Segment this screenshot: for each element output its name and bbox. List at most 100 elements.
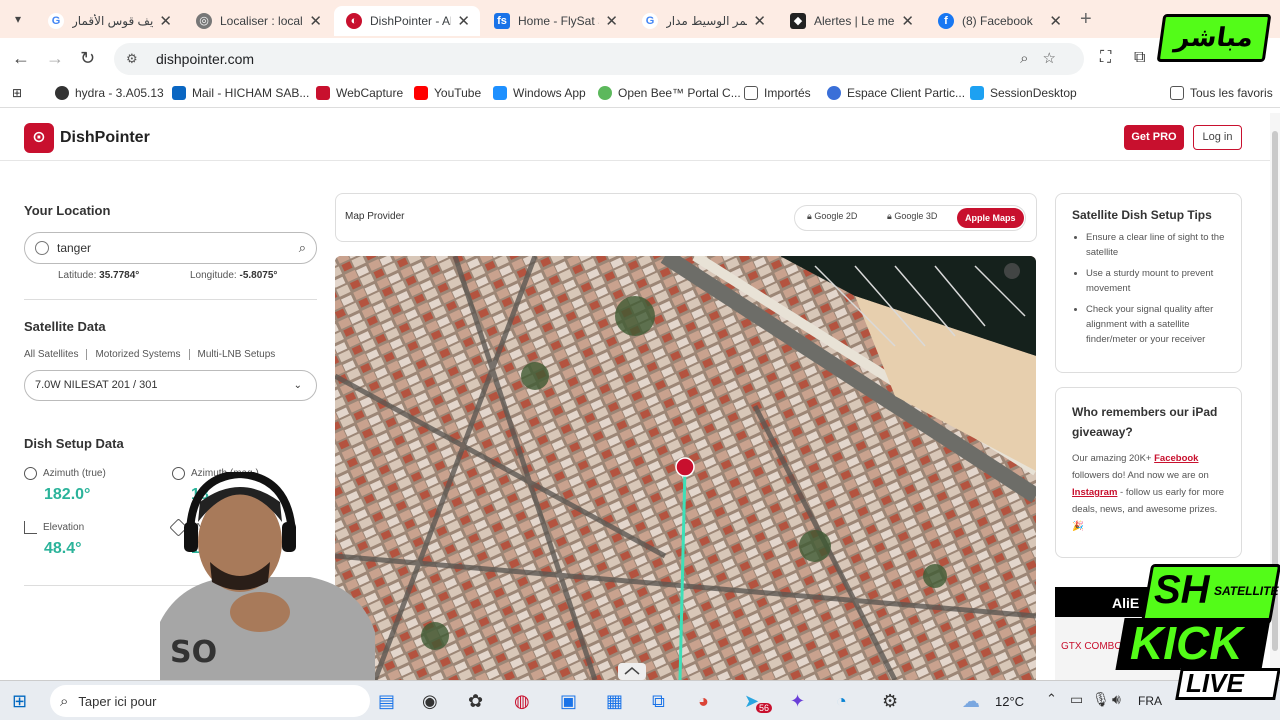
tips-list: Ensure a clear line of sight to the sate… xyxy=(1086,230,1231,347)
windows-start-icon[interactable]: ⊞ xyxy=(12,691,27,712)
back-arrow-icon[interactable]: ← xyxy=(12,48,30,69)
tab-7[interactable]: f (8) Facebook ✕ xyxy=(926,6,1072,36)
app-icon[interactable]: ✿ xyxy=(468,691,483,712)
bookmark-folder-importes[interactable]: Importés xyxy=(744,86,811,100)
calculator-icon[interactable]: ▦ xyxy=(606,691,623,712)
streamer-webcam-image: SO xyxy=(160,472,375,680)
close-icon[interactable]: ✕ xyxy=(605,12,618,30)
reload-icon[interactable]: ↻ xyxy=(80,48,95,69)
promo-card: Who remembers our iPad giveaway? Our ama… xyxy=(1055,387,1242,558)
longitude-value: -5.8075° xyxy=(239,270,278,281)
tab-title: Home - FlySat Satellite xyxy=(518,14,599,28)
satellite-select[interactable]: 7.0W NILESAT 201 / 301 ⌄ xyxy=(24,370,317,401)
bookmark-windows-app[interactable]: Windows App xyxy=(493,86,586,100)
tray-icon[interactable]: ▭ xyxy=(1070,691,1083,708)
address-bar[interactable]: ⚙ dishpointer.com ⌕☆ xyxy=(114,43,1084,75)
search-icon[interactable]: ⌕ xyxy=(299,240,306,256)
tips-heading: Satellite Dish Setup Tips xyxy=(1072,208,1212,222)
bookmark-webcapture[interactable]: WebCapture xyxy=(316,86,403,100)
tab-all-satellites[interactable]: All Satellites xyxy=(24,349,86,360)
bookmark-youtube[interactable]: YouTube xyxy=(414,86,481,100)
bookmark-mail[interactable]: Mail - HICHAM SAB... xyxy=(172,86,309,100)
close-icon[interactable]: ✕ xyxy=(309,12,322,30)
taskbar-search[interactable]: ⌕ Taper ici pour xyxy=(50,685,370,717)
app-icon[interactable]: ✦ xyxy=(790,691,805,712)
chevron-up-icon[interactable]: ⌃ xyxy=(1046,691,1057,707)
elevation-text: Elevation xyxy=(43,522,85,534)
url-text[interactable]: dishpointer.com xyxy=(156,51,254,67)
brand-name: DishPointer xyxy=(60,129,150,146)
new-tab-plus-icon[interactable]: + xyxy=(1080,8,1092,31)
close-icon[interactable]: ✕ xyxy=(901,12,914,30)
bookmark-sessiondesktop[interactable]: SessionDesktop xyxy=(970,86,1077,100)
site-logo[interactable]: ⊙ DishPointer xyxy=(24,123,150,153)
tip-item: Ensure a clear line of sight to the sate… xyxy=(1086,230,1231,260)
latitude-label: Latitude: xyxy=(58,270,97,281)
provider-google-2d[interactable]: 🔒︎ Google 2D xyxy=(807,211,857,222)
screenshot-extension-icon[interactable]: ⛶ xyxy=(1100,49,1111,67)
tab-title: Localiser : localisation xyxy=(220,14,304,28)
tab-motorized-systems[interactable]: Motorized Systems xyxy=(86,349,188,360)
apps-grid-icon[interactable]: ⊞ xyxy=(12,86,22,100)
tab-3-active[interactable]: ◐ DishPointer - Align ✕ xyxy=(334,6,480,36)
settings-gear-icon[interactable]: ⚙ xyxy=(882,691,898,712)
webcapture-icon xyxy=(316,86,330,100)
satellite-map[interactable] xyxy=(335,256,1036,680)
tab-search-chevron-icon[interactable]: ▾ xyxy=(8,9,28,29)
app-icon[interactable]: ⧉ xyxy=(652,691,665,712)
windows-taskbar: ⊞ ⌕ Taper ici pour ▤ ◉ ✿ ◍ ▣ ▦ ⧉ ◕ ➤ 56 … xyxy=(0,680,1280,720)
azimuth-true-label: Azimuth (true) xyxy=(24,467,106,480)
microphone-icon[interactable]: 🎙︎ xyxy=(1092,691,1110,708)
close-icon[interactable]: ✕ xyxy=(457,12,470,30)
sh-logo: SH xyxy=(1154,568,1210,612)
get-pro-button[interactable]: Get PRO xyxy=(1124,125,1184,150)
location-search-input[interactable]: tanger ⌕ xyxy=(24,232,317,264)
instagram-link[interactable]: Instagram xyxy=(1072,487,1117,498)
chevron-down-icon: ⌄ xyxy=(293,380,302,391)
app-icon[interactable]: ▣ xyxy=(560,691,577,712)
tab-6[interactable]: ◆ Alertes | Le meilleur ✕ xyxy=(778,6,924,36)
bookmark-openbee[interactable]: Open Bee™ Portal C... xyxy=(598,86,741,100)
provider-apple-maps[interactable]: Apple Maps xyxy=(957,208,1024,228)
zoom-icon[interactable]: ⌕ xyxy=(1020,50,1042,67)
folder-icon xyxy=(744,86,758,100)
tab-2[interactable]: ◎ Localiser : localisation ✕ xyxy=(184,6,332,36)
location-search-value[interactable]: tanger xyxy=(57,241,91,255)
chrome-icon[interactable]: ◕ xyxy=(698,691,709,712)
tab-multi-lnb-setups[interactable]: Multi-LNB Setups xyxy=(188,349,284,360)
all-bookmarks-label: Tous les favoris xyxy=(1190,86,1273,100)
media-app-icon[interactable]: ◉ xyxy=(422,691,438,712)
facebook-icon: f xyxy=(938,13,954,29)
google-icon: G xyxy=(642,13,658,29)
all-bookmarks[interactable]: Tous les favoris xyxy=(1170,86,1273,100)
facebook-link[interactable]: Facebook xyxy=(1154,453,1198,464)
lock-icon: 🔒︎ xyxy=(887,211,892,221)
app-icon[interactable]: ◍ xyxy=(514,691,530,712)
bookmark-espace-client[interactable]: Espace Client Partic... xyxy=(827,86,965,100)
close-icon[interactable]: ✕ xyxy=(753,12,766,30)
star-bookmark-icon[interactable]: ☆ xyxy=(1043,50,1070,67)
tab-4[interactable]: fs Home - FlySat Satellite ✕ xyxy=(482,6,628,36)
flysat-icon: fs xyxy=(494,13,510,29)
provider-label: Google 3D xyxy=(894,211,938,221)
sh-satellite-kick-live-overlay: SH SATELLITE KICK LIVE xyxy=(1115,560,1280,700)
latitude: Latitude: 35.7784° xyxy=(58,270,139,281)
bookmark-hydra[interactable]: hydra - 3.A05.13 xyxy=(55,86,164,100)
search-icon: ⌕ xyxy=(60,692,69,710)
close-icon[interactable]: ✕ xyxy=(1049,12,1062,30)
bookmark-label: Open Bee™ Portal C... xyxy=(618,86,741,100)
provider-google-3d[interactable]: 🔒︎ Google 3D xyxy=(887,211,937,222)
tab-1[interactable]: G تعريف قوس الأقمار ✕ xyxy=(36,6,182,36)
site-info-icon[interactable]: ⚙ xyxy=(126,51,146,67)
tab-5[interactable]: G القمر الوسيط مدار ✕ xyxy=(630,6,776,36)
youtube-icon xyxy=(414,86,428,100)
file-explorer-icon[interactable]: ▤ xyxy=(378,691,395,712)
forward-arrow-icon[interactable]: → xyxy=(46,48,64,69)
extensions-puzzle-icon[interactable]: ⧉ xyxy=(1134,49,1145,67)
edge-icon[interactable]: ◔ xyxy=(836,691,847,712)
close-icon[interactable]: ✕ xyxy=(159,12,172,30)
address-toolbar: ← → ↻ ⚙ dishpointer.com ⌕☆ ⛶ ⧉ xyxy=(0,38,1280,80)
login-button[interactable]: Log in xyxy=(1193,125,1242,150)
bookmark-label: Importés xyxy=(764,86,811,100)
promo-text: Our amazing 20K+ Facebook followers do! … xyxy=(1072,450,1225,535)
